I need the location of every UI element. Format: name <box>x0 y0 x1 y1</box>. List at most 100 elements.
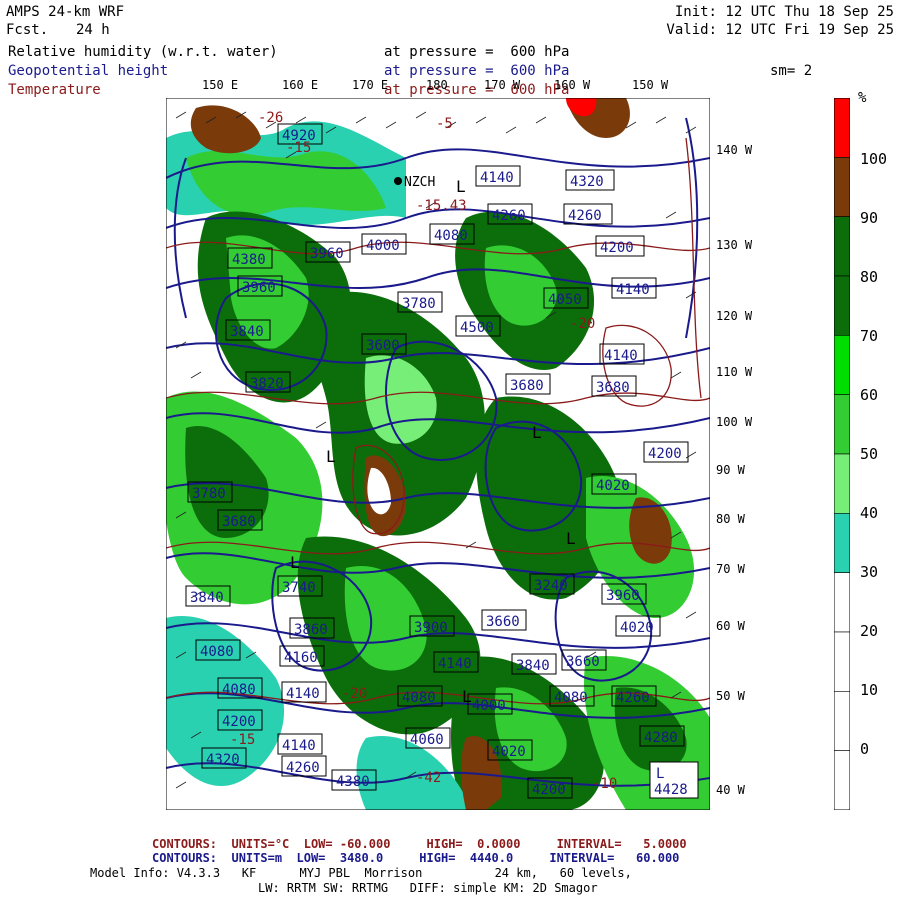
svg-text:4080: 4080 <box>222 682 256 698</box>
temp-label: -20 <box>342 686 367 702</box>
lon-label: 180 <box>426 78 448 92</box>
svg-text:4060: 4060 <box>410 732 444 748</box>
svg-text:3680: 3680 <box>222 514 256 530</box>
lon-label: 130 W <box>716 238 753 252</box>
svg-text:4320: 4320 <box>206 752 240 768</box>
lon-label: 90 W <box>716 463 745 477</box>
svg-text:4380: 4380 <box>232 252 266 268</box>
temp-label: -15 <box>230 732 255 748</box>
svg-text:3240: 3240 <box>534 578 568 594</box>
svg-text:4020: 4020 <box>596 478 630 494</box>
svg-text:4140: 4140 <box>480 170 514 186</box>
colorbar-tick-label: 70 <box>860 327 879 345</box>
colorbar-band <box>834 216 850 277</box>
temp-label: -10 <box>592 776 617 792</box>
low-marker: L <box>566 529 576 548</box>
svg-text:3820: 3820 <box>250 376 284 392</box>
svg-text:4200: 4200 <box>648 446 682 462</box>
svg-text:4260: 4260 <box>616 690 650 706</box>
temp-label: -26 <box>258 110 283 126</box>
svg-text:4428: 4428 <box>654 782 688 798</box>
lon-label: 170 W <box>484 78 521 92</box>
svg-text:3680: 3680 <box>510 378 544 394</box>
low-marker: L <box>462 687 472 706</box>
lon-label: 80 W <box>716 512 745 526</box>
field-rh-name: Relative humidity (w.r.t. water) <box>8 44 278 60</box>
svg-text:4020: 4020 <box>620 620 654 636</box>
svg-text:4140: 4140 <box>604 348 638 364</box>
svg-text:4160: 4160 <box>284 650 318 666</box>
lon-label: 100 W <box>716 415 753 429</box>
low-marker: L <box>456 177 466 196</box>
colorbar-band <box>834 750 850 810</box>
colorbar-tick-label: 80 <box>860 268 879 286</box>
svg-text:3740: 3740 <box>282 580 316 596</box>
temp-contour-info: CONTOURS: UNITS=°C LOW= -60.000 HIGH= 0.… <box>152 837 687 851</box>
svg-text:4000: 4000 <box>366 238 400 254</box>
svg-text:4260: 4260 <box>568 208 602 224</box>
svg-text:L: L <box>656 766 664 782</box>
svg-text:3960: 3960 <box>606 588 640 604</box>
colorbar-band <box>834 157 850 217</box>
temp-label: -42 <box>416 770 441 786</box>
colorbar-band <box>834 513 850 573</box>
svg-text:3660: 3660 <box>486 614 520 630</box>
svg-text:4140: 4140 <box>286 686 320 702</box>
lon-label: 70 W <box>716 562 745 576</box>
colorbar-band <box>834 394 850 455</box>
svg-text:3780: 3780 <box>402 296 436 312</box>
svg-text:4080: 4080 <box>200 644 234 660</box>
colorbar-band <box>834 275 850 336</box>
colorbar <box>834 98 850 810</box>
svg-text:3840: 3840 <box>516 658 550 674</box>
svg-text:3680: 3680 <box>596 380 630 396</box>
colorbar-tick-label: 30 <box>860 563 879 581</box>
colorbar-tick-label: 90 <box>860 209 879 227</box>
height-contour-info: CONTOURS: UNITS=m LOW= 3480.0 HIGH= 4440… <box>152 851 680 865</box>
lon-label: 160 E <box>282 78 319 92</box>
svg-text:4050: 4050 <box>548 292 582 308</box>
model-info: Model Info: V4.3.3 KF MYJ PBL Morrison 2… <box>90 866 632 880</box>
station-label: NZCH <box>404 175 435 190</box>
svg-text:4080: 4080 <box>554 690 588 706</box>
smoothing: sm= 2 <box>770 63 813 79</box>
svg-text:3780: 3780 <box>192 486 226 502</box>
colorbar-band <box>834 98 850 158</box>
lon-label: 60 W <box>716 619 745 633</box>
svg-text:3840: 3840 <box>230 324 264 340</box>
field-temp-level: at pressure = 600 hPa <box>384 82 570 98</box>
field-rh-level: at pressure = 600 hPa <box>384 44 570 60</box>
svg-text:4280: 4280 <box>644 730 678 746</box>
colorbar-tick-label: 40 <box>860 504 879 522</box>
svg-text:4020: 4020 <box>492 744 526 760</box>
colorbar-band <box>834 453 850 514</box>
lon-label: 120 W <box>716 309 753 323</box>
colorbar-unit: % <box>858 90 867 106</box>
svg-text:4140: 4140 <box>438 656 472 672</box>
colorbar-tick-label: 0 <box>860 740 870 758</box>
lon-label: 150 E <box>202 78 239 92</box>
svg-text:4320: 4320 <box>570 174 604 190</box>
lon-label: 170 E <box>352 78 389 92</box>
forecast-hours: 24 h <box>76 22 110 38</box>
temp-label: -15.43 <box>416 198 467 214</box>
svg-text:4080: 4080 <box>434 228 468 244</box>
forecast-label: Fcst. <box>6 22 49 38</box>
svg-text:4200: 4200 <box>222 714 256 730</box>
field-height-level: at pressure = 600 hPa <box>384 63 570 79</box>
svg-text:3600: 3600 <box>366 338 400 354</box>
svg-text:4000: 4000 <box>472 698 506 714</box>
svg-text:3660: 3660 <box>566 654 600 670</box>
colorbar-band <box>834 335 850 395</box>
lon-label: 50 W <box>716 689 745 703</box>
svg-text:4260: 4260 <box>286 760 320 776</box>
svg-text:4200: 4200 <box>532 782 566 798</box>
colorbar-tick-label: 100 <box>860 150 888 168</box>
physics-info: LW: RRTM SW: RRTMG DIFF: simple KM: 2D S… <box>258 881 598 895</box>
svg-text:3900: 3900 <box>414 620 448 636</box>
lon-label: 140 W <box>716 143 753 157</box>
svg-text:4380: 4380 <box>336 774 370 790</box>
svg-text:4140: 4140 <box>616 282 650 298</box>
colorbar-tick-label: 20 <box>860 622 879 640</box>
lon-label: 110 W <box>716 365 753 379</box>
